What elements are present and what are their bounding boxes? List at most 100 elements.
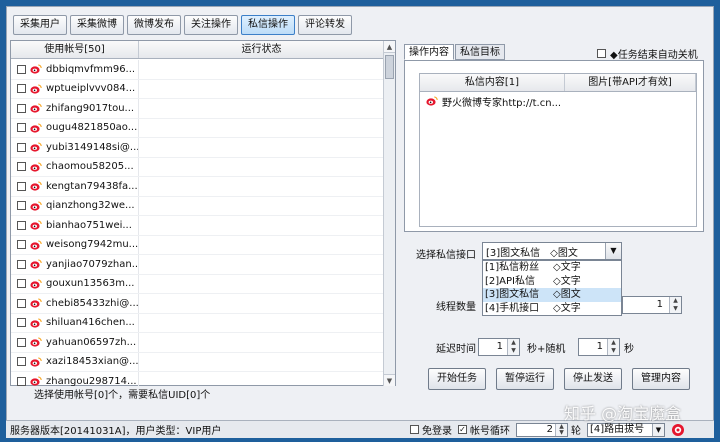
delay-label: 延迟时间: [436, 344, 476, 355]
account-checkbox[interactable]: [17, 201, 26, 211]
thread-count-stepper[interactable]: 1 ▲ ▼: [622, 296, 682, 314]
interface-option[interactable]: [2]API私信 ◇文字: [483, 275, 621, 289]
tab-0[interactable]: 采集用户: [13, 15, 67, 35]
account-checkbox[interactable]: [17, 64, 26, 74]
account-checkbox[interactable]: [17, 103, 26, 113]
interface-option[interactable]: [4]手机接口 ◇文字: [483, 302, 621, 316]
picture-column[interactable]: 图片[带API才有效]: [565, 74, 696, 91]
table-row[interactable]: 野火微博专家http://t.cn...: [420, 92, 696, 110]
account-checkbox[interactable]: [17, 220, 26, 230]
tab-2[interactable]: 微博发布: [127, 15, 181, 35]
table-row[interactable]: zhangou298714...: [11, 372, 385, 386]
account-checkbox[interactable]: [17, 240, 26, 250]
table-row[interactable]: chaomou58205...: [11, 157, 385, 177]
message-table-header: 私信内容[1] 图片[带API才有效]: [420, 74, 696, 92]
accounts-list: dbbiqmvfmm96... wptueiplvvv084... zhifang9…: [11, 60, 385, 386]
loop-count-value: 2: [546, 423, 553, 435]
delay-stepper[interactable]: 1 ▲ ▼: [478, 338, 520, 356]
account-name: yanjiao7079zhan...: [46, 258, 138, 270]
thread-count-label: 线程数量: [436, 302, 476, 313]
manage-content-button[interactable]: 管理内容: [632, 368, 690, 390]
account-checkbox[interactable]: [17, 337, 26, 347]
account-column-header[interactable]: 使用帐号[50]: [11, 41, 139, 58]
interface-option[interactable]: [3]图文私信 ◇图文: [483, 288, 621, 302]
pause-button[interactable]: 暂停运行: [496, 368, 554, 390]
chevron-down-icon[interactable]: ▼: [652, 423, 664, 436]
interface-option[interactable]: [1]私信粉丝 ◇文字: [483, 261, 621, 275]
account-checkbox[interactable]: [17, 84, 26, 94]
account-checkbox[interactable]: [17, 123, 26, 133]
message-content-column[interactable]: 私信内容[1]: [420, 74, 565, 91]
account-name: wptueiplvvv084...: [46, 83, 136, 95]
tab-4[interactable]: 私信操作: [241, 15, 295, 35]
account-checkbox[interactable]: [17, 162, 26, 172]
account-loop-checkbox[interactable]: ✓: [458, 425, 467, 434]
account-cell: yubi3149148si@...: [11, 138, 139, 157]
accounts-panel: 使用帐号[50] 运行状态 dbbiqmvfmm96... wptueiplvvv…: [10, 40, 396, 386]
accounts-scrollbar[interactable]: ▲ ▼: [383, 41, 395, 386]
weibo-icon: [30, 357, 42, 367]
interface-select[interactable]: [3]图文私信 ◇图文 ▼: [482, 242, 622, 260]
table-row[interactable]: bianhao751wei...: [11, 216, 385, 236]
tab-1[interactable]: 采集微博: [70, 15, 124, 35]
table-row[interactable]: yubi3149148si@...: [11, 138, 385, 158]
table-row[interactable]: xazi18453xian@...: [11, 352, 385, 372]
account-checkbox[interactable]: [17, 357, 26, 367]
table-row[interactable]: weisong7942mu...: [11, 235, 385, 255]
account-checkbox[interactable]: [17, 298, 26, 308]
account-cell: gouxun13563m...: [11, 274, 139, 293]
weibo-icon: [30, 240, 42, 250]
tab-5[interactable]: 评论转发: [298, 15, 352, 35]
start-task-button[interactable]: 开始任务: [428, 368, 486, 390]
account-checkbox[interactable]: [17, 181, 26, 191]
stepper-arrows-icon[interactable]: ▲ ▼: [507, 339, 519, 355]
main-tabs: 采集用户 采集微博 微博发布 关注操作 私信操作 评论转发: [13, 15, 352, 37]
auto-shutdown-checkbox[interactable]: [597, 49, 606, 58]
table-row[interactable]: qianzhong32we...: [11, 196, 385, 216]
table-row[interactable]: ougu4821850ao...: [11, 118, 385, 138]
tab-3[interactable]: 关注操作: [184, 15, 238, 35]
thread-count-value: 1: [656, 299, 663, 310]
table-row[interactable]: wptueiplvvv084...: [11, 79, 385, 99]
loop-count-stepper[interactable]: 2 ▲ ▼: [516, 422, 568, 437]
account-checkbox[interactable]: [17, 259, 26, 269]
table-row[interactable]: yanjiao7079zhan...: [11, 255, 385, 275]
option-name: [3]图文私信: [485, 289, 540, 300]
table-row[interactable]: yahuan06597zh...: [11, 333, 385, 353]
account-loop-option[interactable]: ✓ 帐号循环: [458, 422, 510, 437]
account-name: yubi3149148si@...: [46, 141, 138, 153]
account-loop-label: 帐号循环: [470, 426, 510, 437]
account-checkbox[interactable]: [17, 142, 26, 152]
stop-send-button[interactable]: 停止发送: [564, 368, 622, 390]
stepper-arrows-icon[interactable]: ▲ ▼: [669, 297, 681, 313]
table-row[interactable]: dbbiqmvfmm96...: [11, 60, 385, 80]
tab-message-target[interactable]: 私信目标: [455, 44, 505, 60]
auto-shutdown-option[interactable]: ◆任务结束自动关机: [597, 46, 698, 61]
stepper-arrows-icon[interactable]: ▲ ▼: [607, 339, 619, 355]
state-column-header[interactable]: 运行状态: [139, 41, 385, 58]
random-delay-stepper[interactable]: 1 ▲ ▼: [578, 338, 620, 356]
router-select[interactable]: [4]路由拔号 ▼: [587, 422, 665, 437]
chevron-down-icon[interactable]: ▼: [605, 243, 621, 259]
login-free-option[interactable]: 免登录: [410, 422, 452, 437]
tab-operation-content[interactable]: 操作内容: [404, 44, 454, 60]
table-row[interactable]: shiluan416chen...: [11, 313, 385, 333]
account-checkbox[interactable]: [17, 376, 26, 386]
login-free-checkbox[interactable]: [410, 425, 419, 434]
table-row[interactable]: gouxun13563m...: [11, 274, 385, 294]
table-row[interactable]: chebi85433zhi@...: [11, 294, 385, 314]
scroll-down-icon[interactable]: ▼: [384, 374, 395, 386]
weibo-icon: [30, 298, 42, 308]
stepper-arrows-icon[interactable]: ▲ ▼: [555, 423, 567, 436]
account-name: zhifang9017tou...: [46, 102, 135, 114]
scroll-thumb[interactable]: [385, 55, 394, 79]
table-row[interactable]: kengtan79438fa...: [11, 177, 385, 197]
weibo-icon: [30, 279, 42, 289]
router-selected-value: [4]路由拔号: [590, 423, 645, 435]
weibo-icon: [30, 337, 42, 347]
account-checkbox[interactable]: [17, 279, 26, 289]
table-row[interactable]: zhifang9017tou...: [11, 99, 385, 119]
scroll-up-icon[interactable]: ▲: [384, 41, 395, 53]
account-cell: wptueiplvvv084...: [11, 79, 139, 98]
account-checkbox[interactable]: [17, 318, 26, 328]
